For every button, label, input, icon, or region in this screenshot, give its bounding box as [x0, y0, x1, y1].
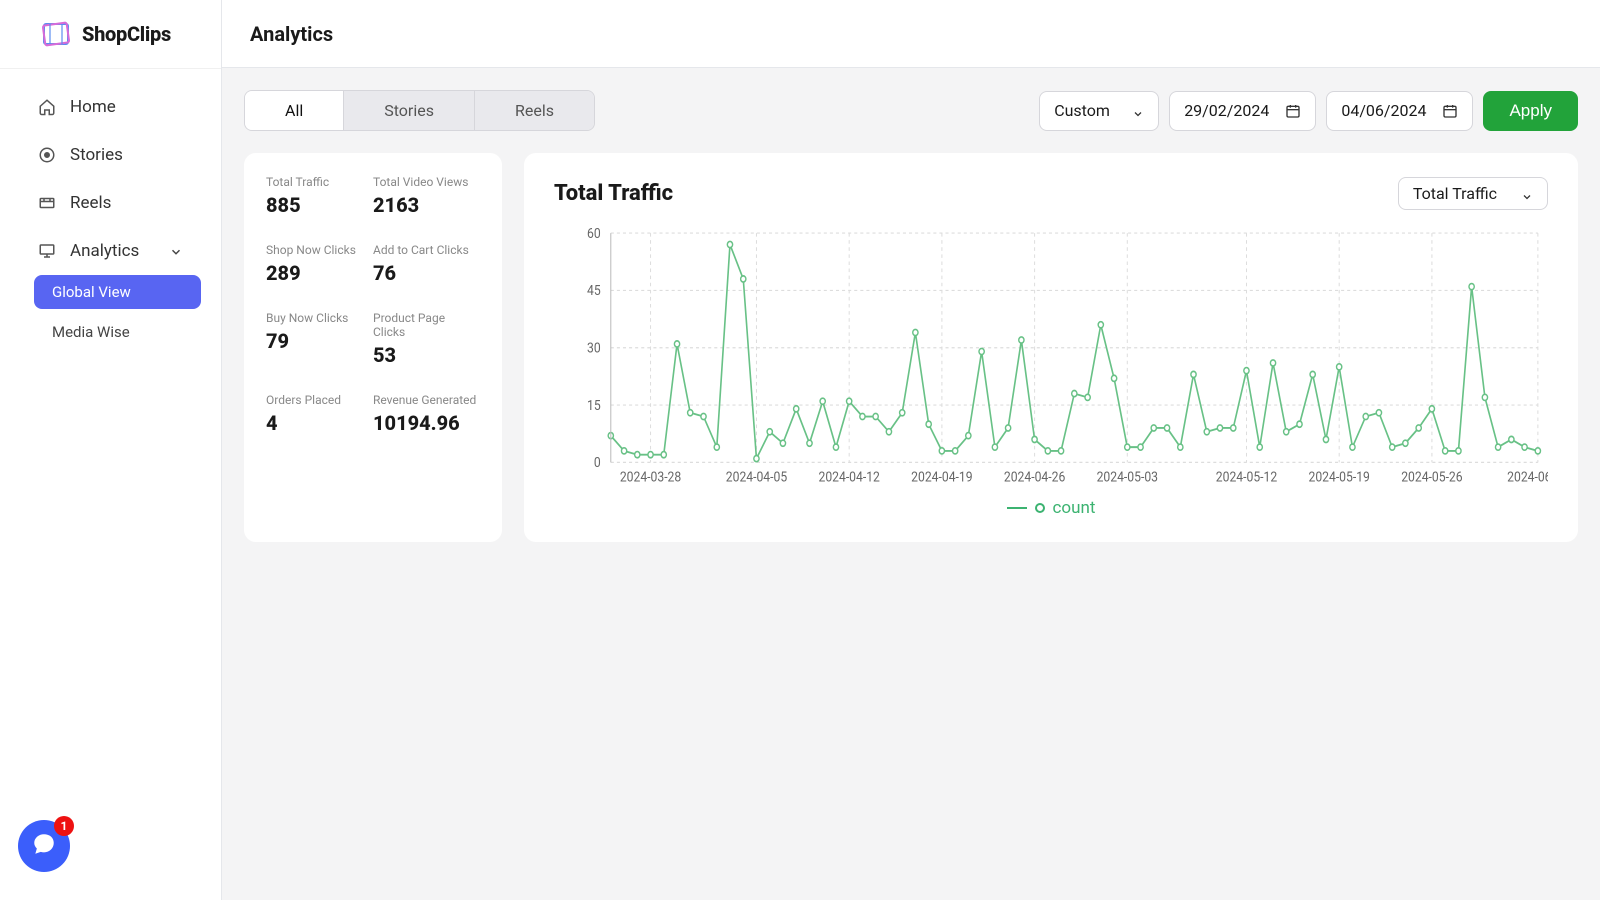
- svg-text:2024-03-28: 2024-03-28: [620, 469, 681, 485]
- subnav-media-wise[interactable]: Media Wise: [34, 315, 201, 349]
- end-date-input[interactable]: 04/06/2024: [1326, 91, 1473, 131]
- chevron-down-icon: [1521, 188, 1533, 200]
- tab-reels[interactable]: Reels: [475, 91, 594, 130]
- stat-label: Orders Placed: [266, 393, 373, 407]
- circle-dot-icon: [38, 146, 56, 164]
- stat-cell: Total Video Views 2163: [373, 175, 480, 217]
- topbar: Analytics: [222, 0, 1600, 68]
- chat-button[interactable]: 1: [18, 820, 70, 872]
- chevron-down-icon: [169, 244, 183, 258]
- stat-value: 10194.96: [373, 411, 480, 435]
- chart-body: 0 15 30 45 60 2024-03-28 2024-04-05 2024-04-12 2…: [554, 226, 1548, 486]
- apply-button[interactable]: Apply: [1483, 91, 1578, 131]
- sidebar: ShopClips Home Stories Reels Analytics G…: [0, 0, 222, 900]
- stat-value: 289: [266, 261, 373, 285]
- chart-card: Total Traffic Total Traffic 0 15 30 45 60 202…: [524, 153, 1578, 542]
- chart-title: Total Traffic: [554, 181, 673, 206]
- svg-text:2024-05-03: 2024-05-03: [1097, 469, 1158, 485]
- svg-text:30: 30: [587, 341, 601, 357]
- start-date-input[interactable]: 29/02/2024: [1169, 91, 1316, 131]
- svg-text:2024-05-19: 2024-05-19: [1308, 469, 1369, 485]
- stat-label: Product Page Clicks: [373, 311, 480, 339]
- stat-label: Total Traffic: [266, 175, 373, 189]
- svg-text:45: 45: [587, 283, 601, 299]
- chart-metric-select[interactable]: Total Traffic: [1398, 177, 1548, 210]
- nav-label: Home: [70, 97, 116, 117]
- stat-value: 79: [266, 329, 373, 353]
- subnav-global-view[interactable]: Global View: [34, 275, 201, 309]
- svg-text:2024-05-26: 2024-05-26: [1401, 469, 1462, 485]
- calendar-icon: [1442, 103, 1458, 119]
- brand-name: ShopClips: [82, 22, 171, 46]
- stats-card: Total Traffic 885Total Video Views 2163 Sho…: [244, 153, 502, 542]
- brand-logo: ShopClips: [0, 0, 221, 69]
- stat-label: Buy Now Clicks: [266, 311, 373, 325]
- main: Analytics All Stories Reels Custom 29/02…: [222, 0, 1600, 900]
- chat-badge: 1: [54, 816, 74, 836]
- stat-cell: Buy Now Clicks 79: [266, 311, 373, 367]
- nav-reels[interactable]: Reels: [20, 183, 201, 223]
- stat-value: 4: [266, 411, 373, 435]
- nav-label: Reels: [70, 193, 111, 213]
- nav-stories[interactable]: Stories: [20, 135, 201, 175]
- presentation-icon: [38, 242, 56, 260]
- svg-text:2024-05-12: 2024-05-12: [1216, 469, 1277, 485]
- stat-cell: Shop Now Clicks 289: [266, 243, 373, 285]
- nav-label: Analytics: [70, 241, 139, 261]
- svg-text:15: 15: [587, 398, 601, 414]
- stat-value: 2163: [373, 193, 480, 217]
- cards-row: Total Traffic 885Total Video Views 2163 Sho…: [222, 131, 1600, 564]
- stat-cell: Add to Cart Clicks 76: [373, 243, 480, 285]
- svg-text:0: 0: [594, 455, 601, 471]
- chat-icon: [31, 831, 57, 861]
- svg-text:2024-04-12: 2024-04-12: [818, 469, 879, 485]
- svg-text:2024-04-26: 2024-04-26: [1004, 469, 1065, 485]
- nav-home[interactable]: Home: [20, 87, 201, 127]
- tab-group: All Stories Reels: [244, 90, 595, 131]
- svg-text:2024-06-03: 2024-06-03: [1507, 469, 1548, 485]
- stat-cell: Orders Placed 4: [266, 393, 373, 435]
- stat-label: Add to Cart Clicks: [373, 243, 480, 257]
- stat-value: 53: [373, 343, 480, 367]
- stat-label: Revenue Generated: [373, 393, 480, 407]
- film-icon: [40, 18, 72, 50]
- stat-cell: Total Traffic 885: [266, 175, 373, 217]
- calendar-icon: [1285, 103, 1301, 119]
- reel-icon: [38, 194, 56, 212]
- chevron-down-icon: [1132, 105, 1144, 117]
- stat-cell: Product Page Clicks 53: [373, 311, 480, 367]
- date-controls: Custom 29/02/2024 04/06/2024 Apply: [1039, 91, 1578, 131]
- legend-line-icon: [1007, 507, 1027, 509]
- stat-label: Total Video Views: [373, 175, 480, 189]
- svg-text:60: 60: [587, 226, 601, 242]
- stat-value: 76: [373, 261, 480, 285]
- stat-value: 885: [266, 193, 373, 217]
- stat-cell: Revenue Generated 10194.96: [373, 393, 480, 435]
- controls-row: All Stories Reels Custom 29/02/2024 04/0…: [222, 68, 1600, 131]
- legend-dot-icon: [1035, 503, 1045, 513]
- nav: Home Stories Reels Analytics Global View…: [0, 69, 221, 373]
- nav-analytics[interactable]: Analytics: [20, 231, 201, 271]
- stat-label: Shop Now Clicks: [266, 243, 373, 257]
- svg-text:2024-04-19: 2024-04-19: [911, 469, 972, 485]
- chart-legend: count: [554, 498, 1548, 518]
- nav-analytics-sub: Global View Media Wise: [20, 275, 201, 349]
- page-title: Analytics: [250, 22, 333, 46]
- tab-all[interactable]: All: [245, 91, 344, 130]
- nav-label: Stories: [70, 145, 123, 165]
- range-select[interactable]: Custom: [1039, 91, 1159, 131]
- svg-text:2024-04-05: 2024-04-05: [726, 469, 787, 485]
- home-icon: [38, 98, 56, 116]
- tab-stories[interactable]: Stories: [344, 91, 475, 130]
